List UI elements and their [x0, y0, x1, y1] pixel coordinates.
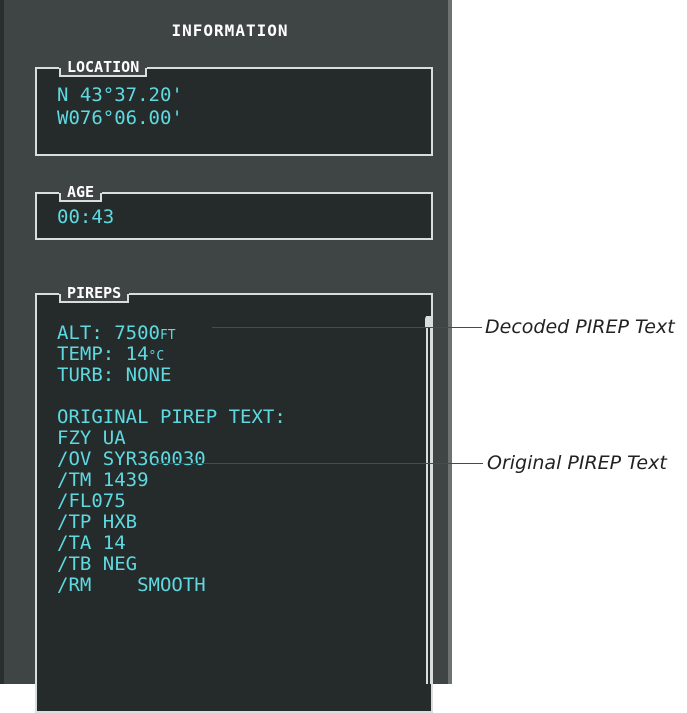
original-pirep-line: FZY UA	[57, 427, 126, 449]
decoded-pirep-callout: Decoded PIREP Text	[485, 316, 675, 338]
original-pirep-line: /RM SMOOTH	[57, 574, 206, 596]
temperature-unit: °C	[148, 349, 165, 364]
original-pirep-line: /FL075	[57, 490, 126, 512]
original-pirep-header: ORIGINAL PIREP TEXT:	[57, 406, 286, 428]
panel-title: INFORMATION	[171, 21, 289, 40]
original-pirep-line: /TP HXB	[57, 511, 138, 533]
decoded-turbulence: TURB: NONE	[57, 364, 172, 386]
location-label: LOCATION	[59, 59, 148, 77]
temperature-value: TEMP: 14	[57, 343, 149, 365]
age-label: AGE	[59, 184, 103, 202]
pireps-box: PIREPS ALT: 7500FT TEMP: 14°C TURB: NONE…	[35, 285, 433, 713]
original-pirep-line: /OV SYR360030	[57, 448, 206, 470]
altitude-value: ALT: 7500	[57, 322, 160, 344]
decoded-callout-line	[212, 327, 482, 328]
longitude-value: W076°06.00'	[57, 107, 183, 129]
original-pirep-callout: Original PIREP Text	[487, 452, 667, 474]
age-value: 00:43	[57, 206, 115, 228]
information-panel: INFORMATION LOCATION N 43°37.20' W076°06…	[0, 0, 452, 713]
altitude-unit: FT	[159, 328, 176, 343]
age-box: AGE 00:43	[35, 184, 433, 240]
original-pirep-line: /TM 1439	[57, 469, 149, 491]
original-pirep-line: /TA 14	[57, 532, 126, 554]
pireps-scrollbar[interactable]	[426, 316, 432, 684]
original-callout-line	[155, 463, 483, 464]
pireps-label: PIREPS	[59, 285, 130, 303]
location-box: LOCATION N 43°37.20' W076°06.00'	[35, 59, 433, 156]
latitude-value: N 43°37.20'	[57, 84, 183, 106]
original-pirep-line: /TB NEG	[57, 553, 138, 575]
